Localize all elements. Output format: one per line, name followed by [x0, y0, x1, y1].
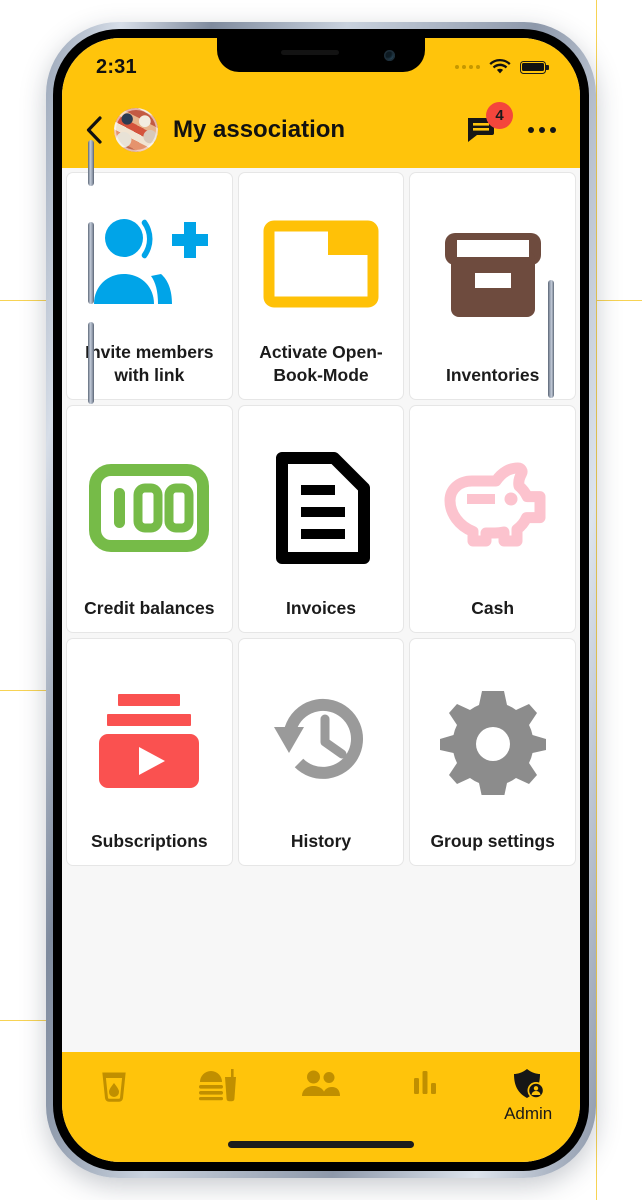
tile-label: History [290, 830, 352, 851]
tile-label: Activate Open-Book-Mode [259, 341, 383, 385]
power-button[interactable] [548, 280, 554, 398]
app-header: My association 4 [62, 92, 580, 168]
chat-button[interactable]: 4 [466, 102, 513, 145]
tile-history[interactable]: History [237, 638, 405, 866]
tile-subscriptions[interactable]: Subscriptions [66, 638, 233, 866]
tile-invoices[interactable]: Invoices [237, 405, 405, 633]
tile-label: Invite members with link [85, 341, 214, 385]
tile-label: Invoices [285, 597, 357, 618]
guide-line-vertical [596, 0, 597, 1200]
mute-switch-button[interactable] [88, 140, 94, 186]
nav-item-statistics[interactable] [373, 1068, 477, 1126]
history-clock-icon [247, 653, 396, 830]
main-content: Invite members with link Activate Open-B… [62, 168, 580, 1052]
tile-label: Credit balances [84, 597, 215, 618]
bar-chart-icon [413, 1071, 436, 1094]
banknote-100-icon [75, 420, 224, 597]
bottom-navigation: Admin [62, 1052, 580, 1162]
guide-line-right [596, 300, 642, 301]
header-actions: 4 [466, 102, 558, 145]
page-title: My association [173, 116, 346, 143]
phone-screen: 2:31 My association 4 Invite members wit… [62, 38, 580, 1162]
guide-line-top [0, 300, 46, 301]
tile-label: Group settings [430, 830, 555, 851]
admin-shield-icon [514, 1069, 545, 1099]
back-button[interactable] [80, 116, 108, 144]
tile-cash[interactable]: Cash [409, 405, 576, 633]
status-indicators [455, 59, 549, 75]
device-notch [217, 38, 425, 72]
people-icon [301, 1070, 340, 1096]
fast-food-icon [199, 1069, 237, 1102]
tile-label: Inventories [445, 364, 540, 385]
piggy-bank-icon [418, 420, 567, 597]
earpiece-speaker [281, 50, 339, 55]
volume-up-button[interactable] [88, 222, 94, 304]
avatar[interactable] [114, 108, 158, 152]
nav-item-drinks[interactable] [62, 1068, 166, 1126]
person-add-icon [75, 187, 224, 341]
tile-label: Cash [471, 597, 515, 618]
battery-full-icon [520, 60, 549, 74]
wifi-icon [489, 59, 511, 74]
front-camera-icon [384, 49, 395, 61]
volume-down-button[interactable] [88, 322, 94, 404]
document-lines-icon [247, 420, 396, 597]
drink-glass-icon [102, 1072, 126, 1102]
nav-label: Admin [504, 1104, 553, 1123]
gear-icon [418, 653, 567, 830]
home-indicator[interactable] [228, 1141, 414, 1148]
signal-dots-icon [455, 65, 480, 69]
chevron-left-icon [86, 116, 102, 144]
subscriptions-play-icon [75, 653, 224, 830]
phone-device-frame: 2:31 My association 4 Invite members wit… [46, 22, 596, 1178]
phone-bezel: 2:31 My association 4 Invite members wit… [53, 29, 589, 1171]
nav-item-people[interactable] [269, 1068, 373, 1126]
archive-box-icon [418, 187, 567, 364]
guide-line-bottom [0, 1020, 46, 1021]
tile-open-book-mode[interactable]: Activate Open-Book-Mode [237, 172, 405, 400]
folder-icon [247, 187, 396, 341]
nav-item-admin[interactable]: Admin [476, 1068, 580, 1126]
tile-group-settings[interactable]: Group settings [409, 638, 576, 866]
guide-line-mid [0, 690, 46, 691]
tile-label: Subscriptions [90, 830, 208, 851]
notification-badge: 4 [486, 102, 513, 129]
overflow-menu-button[interactable] [526, 121, 558, 139]
status-clock: 2:31 [96, 55, 137, 78]
action-grid: Invite members with link Activate Open-B… [62, 172, 580, 866]
tile-credit-balances[interactable]: Credit balances [66, 405, 233, 633]
nav-item-food[interactable] [166, 1068, 270, 1126]
